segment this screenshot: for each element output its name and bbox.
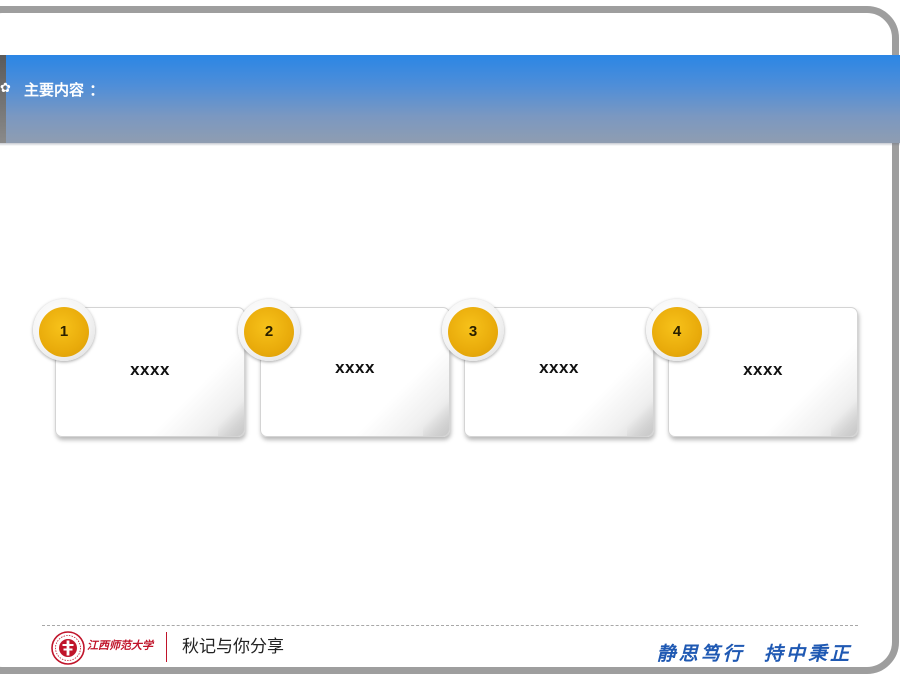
step-badge-ring: 1 <box>33 299 95 361</box>
step-label: xxxx <box>743 360 783 379</box>
step-item: 2 xxxx <box>238 299 450 441</box>
slide-title: 主要内容 ： <box>24 81 105 99</box>
university-seal-logo <box>51 631 85 665</box>
title-band-shadow <box>0 143 900 146</box>
step-number-badge: 2 <box>244 307 294 357</box>
footer-divider <box>166 632 167 662</box>
university-motto: 静思笃行 持中秉正 <box>656 643 852 665</box>
step-item: 1 xxxx <box>33 299 245 441</box>
step-badge-ring: 4 <box>646 299 708 361</box>
university-name: 江西师范大学 <box>87 639 153 652</box>
footer-rule <box>42 625 858 626</box>
step-number-badge: 3 <box>448 307 498 357</box>
step-number-badge: 1 <box>39 307 89 357</box>
step-badge-ring: 2 <box>238 299 300 361</box>
step-badge-ring: 3 <box>442 299 504 361</box>
footer-text: 秋记与你分享 <box>182 637 284 657</box>
title-band-left-edge <box>0 55 6 143</box>
slide: ✿ 主要内容 ： 1 xxxx 2 xxxx 3 xxxx 4 xxxx 江西师… <box>0 0 900 675</box>
step-item: 4 xxxx <box>646 299 858 441</box>
step-number-badge: 4 <box>652 307 702 357</box>
step-item: 3 xxxx <box>442 299 654 441</box>
step-label: xxxx <box>335 358 375 377</box>
step-label: xxxx <box>130 360 170 379</box>
title-band <box>0 55 900 143</box>
flower-bullet-icon: ✿ <box>0 81 11 96</box>
step-label: xxxx <box>539 358 579 377</box>
